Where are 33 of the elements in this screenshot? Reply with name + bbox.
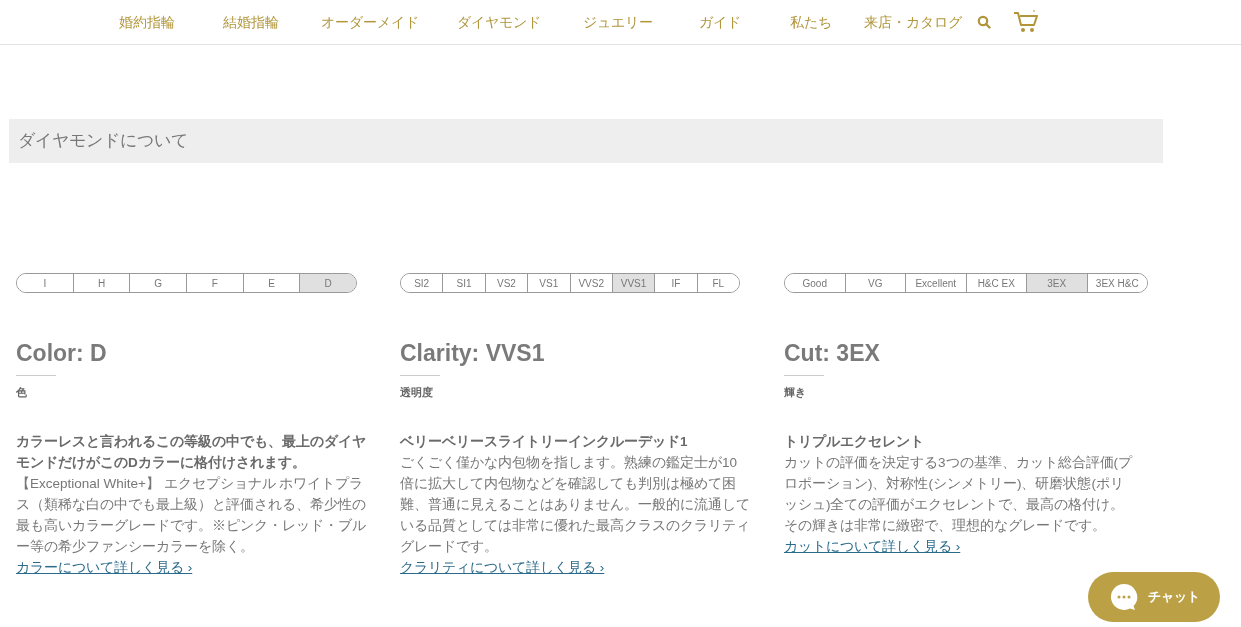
details-link[interactable]: カラーについて詳しく見る › bbox=[16, 559, 193, 575]
chat-button[interactable]: チャット bbox=[1088, 572, 1220, 622]
nav-link[interactable]: 結婚指輪 bbox=[199, 11, 303, 33]
grade-subtitle: 色 bbox=[16, 385, 28, 400]
details-link[interactable]: クラリティについて詳しく見る › bbox=[400, 559, 605, 575]
details-link[interactable]: カットについて詳しく見る › bbox=[784, 538, 961, 554]
grade-title: Clarity: VVS1 bbox=[400, 339, 546, 368]
grade-lead: トリプルエクセレント bbox=[784, 432, 925, 451]
chat-bubble-icon bbox=[1110, 583, 1138, 611]
nav-link[interactable]: ダイヤモンド bbox=[437, 11, 561, 33]
grade-option: FL bbox=[696, 274, 739, 292]
grade-title: Color: D bbox=[16, 339, 108, 368]
grade-option: VVS1 bbox=[611, 274, 655, 292]
grade-subtitle: 透明度 bbox=[400, 385, 434, 400]
nav-link[interactable]: 私たち bbox=[765, 11, 857, 33]
section-title: ダイヤモンドについて bbox=[18, 130, 188, 153]
grade-description: 【Exceptional White+】 エクセプショナル ホワイトプラス（類稀な白の中でも最上級）と評価される、希少性の最も高いカラーグレードです。※ピンク・レッド・ブルー等の希少ファンシーカラーを除く。 bbox=[16, 474, 366, 556]
grade-option: 3EX bbox=[1026, 274, 1087, 292]
nav-link[interactable]: ガイド bbox=[675, 11, 765, 33]
grade-description: ごくごく僅かな内包物を指します。熟練の鑑定士が10倍に拡大して内包物などを確認しても判別は極めて困難、普通に見えることはありません。一般的に流通している品質としては非常に優れた最高クラスのクラリティグレードです。 bbox=[400, 453, 750, 556]
nav-link[interactable]: ジュエリー bbox=[561, 11, 675, 33]
grade-lead: ベリーベリースライトリーインクルーデッド1 bbox=[400, 432, 689, 451]
grade-description: カットの評価を決定する3つの基準、カット総合評価(プロポーション)、対称性(シンメトリー)、研磨状態(ポリッシュ)全ての評価がエクセレントで、最高の格付け。その輝きは非常に緻密で、理想的なグレードです。 bbox=[784, 453, 1134, 535]
grade-option: 3EX H&C bbox=[1086, 274, 1147, 292]
grade-lead: カラーレスと言われるこの等級の中でも、最上のダイヤモンドだけがこのDカラーに格付けされます。 bbox=[16, 432, 366, 472]
grade-title: Cut: 3EX bbox=[784, 339, 881, 368]
grade-subtitle: 輝き bbox=[784, 385, 807, 401]
nav-link[interactable]: オーダーメイド bbox=[303, 11, 437, 33]
cart-icon[interactable] bbox=[1013, 10, 1039, 34]
nav-link[interactable]: 来店・カタログ bbox=[857, 11, 969, 33]
grade-option: D bbox=[299, 274, 356, 292]
search-icon[interactable] bbox=[977, 15, 991, 29]
nav-link[interactable]: 婚約指輪 bbox=[95, 11, 199, 33]
